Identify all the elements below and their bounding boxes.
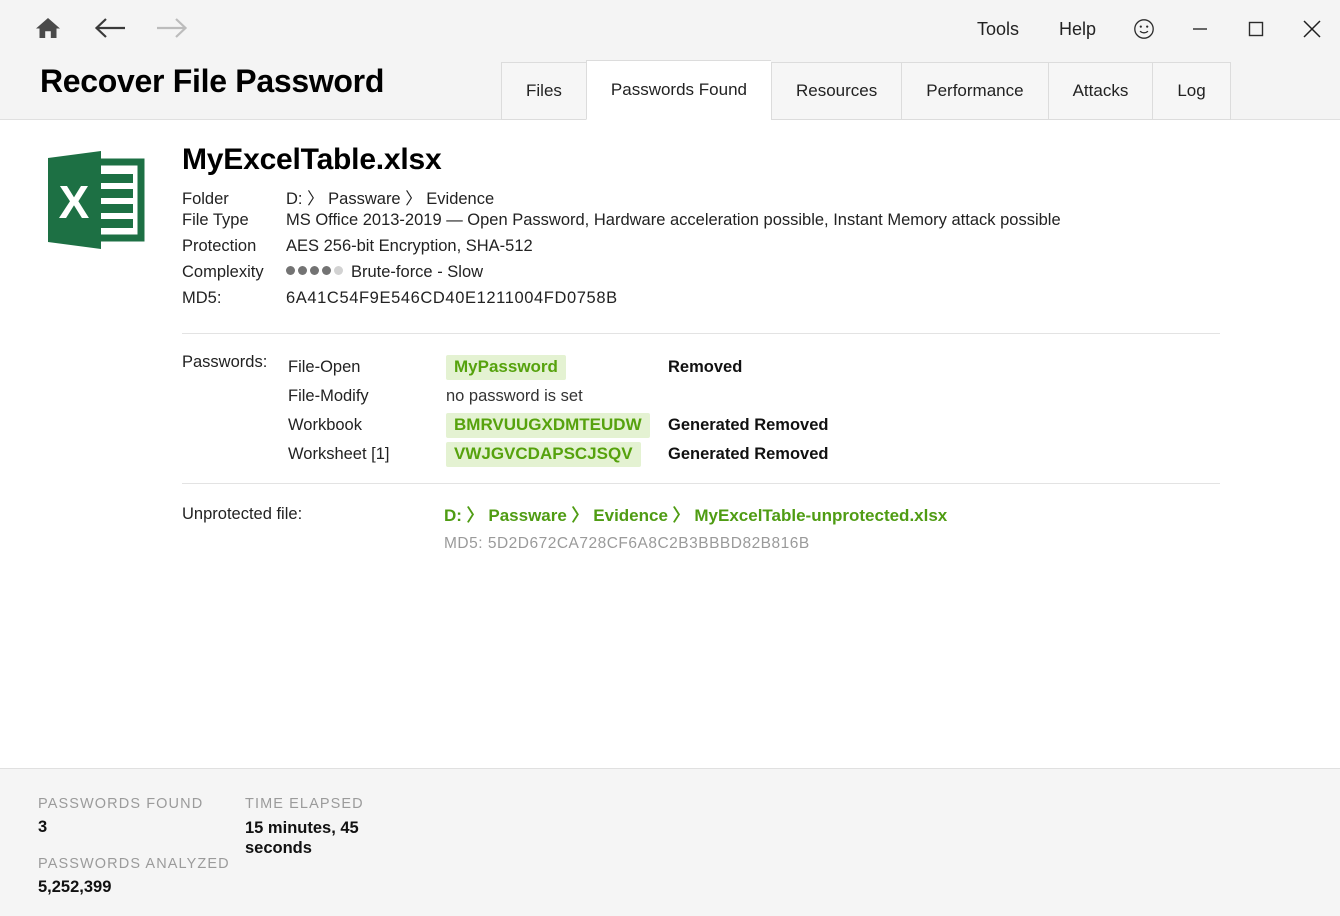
meta-row-protection: Protection AES 256-bit Encryption, SHA-5… xyxy=(182,237,1061,263)
password-value-cell: no password is set xyxy=(446,387,668,406)
passwords-heading: Passwords: xyxy=(182,353,267,372)
complexity-dot xyxy=(298,266,307,275)
password-value-none: no password is set xyxy=(446,387,583,406)
password-value-chip[interactable]: MyPassword xyxy=(446,355,566,380)
meta-value-protection: AES 256-bit Encryption, SHA-512 xyxy=(286,237,533,256)
excel-file-icon: X xyxy=(45,148,150,253)
unprotected-file-label: Unprotected file: xyxy=(182,505,302,524)
meta-label-folder: Folder xyxy=(182,190,286,209)
meta-label-md5: MD5: xyxy=(182,289,286,308)
password-value-chip[interactable]: BMRVUUGXDMTEUDW xyxy=(446,413,650,438)
window-menu: Tools Help xyxy=(957,0,1340,58)
page-title: Recover File Password xyxy=(40,63,384,100)
meta-label-complexity: Complexity xyxy=(182,263,286,282)
svg-text:X: X xyxy=(59,176,90,228)
menu-tools[interactable]: Tools xyxy=(957,0,1039,58)
menu-help[interactable]: Help xyxy=(1039,0,1116,58)
tab-files[interactable]: Files xyxy=(501,62,586,120)
content-area: X MyExcelTable.xlsx Folder D: 〉 Passware… xyxy=(0,121,1340,768)
forward-arrow-icon xyxy=(155,16,189,40)
feedback-button[interactable] xyxy=(1116,0,1172,58)
file-name: MyExcelTable.xlsx xyxy=(182,143,442,177)
password-row: File-Modify no password is set xyxy=(288,382,828,411)
stat-passwords-analyzed: PASSWORDS ANALYZED 5,252,399 xyxy=(38,856,230,897)
close-button[interactable] xyxy=(1284,0,1340,58)
navigation-controls xyxy=(30,10,190,46)
meta-value-folder: D: 〉 Passware 〉 Evidence xyxy=(286,185,494,209)
unprotected-file-link[interactable]: D: 〉 Passware 〉 Evidence 〉 MyExcelTable-… xyxy=(444,501,947,526)
meta-value-complexity: Brute-force - Slow xyxy=(286,263,483,282)
status-bar: PASSWORDS FOUND 3 PASSWORDS ANALYZED 5,2… xyxy=(0,768,1340,916)
stat-passwords-analyzed-value: 5,252,399 xyxy=(38,878,230,897)
meta-value-md5: 6A41C54F9E546CD40E1211004FD0758B xyxy=(286,289,618,308)
unprotected-file-details: D: 〉 Passware 〉 Evidence 〉 MyExcelTable-… xyxy=(444,501,947,553)
password-kind: Workbook xyxy=(288,416,446,435)
password-kind: File-Modify xyxy=(288,387,446,406)
tab-attacks[interactable]: Attacks xyxy=(1048,62,1153,120)
passwords-section: Passwords: File-Open MyPassword Removed … xyxy=(182,353,828,469)
maximize-button[interactable] xyxy=(1228,0,1284,58)
complexity-dot xyxy=(286,266,295,275)
stat-time-elapsed-label: TIME ELAPSED xyxy=(245,796,375,812)
divider-top xyxy=(182,333,1220,334)
tab-log[interactable]: Log xyxy=(1152,62,1230,120)
password-kind: Worksheet [1] xyxy=(288,445,446,464)
complexity-dot xyxy=(310,266,319,275)
minimize-icon xyxy=(1189,18,1211,40)
minimize-button[interactable] xyxy=(1172,0,1228,58)
password-value-chip[interactable]: VWJGVCDAPSCJSQV xyxy=(446,442,641,467)
meta-label-protection: Protection xyxy=(182,237,286,256)
password-kind: File-Open xyxy=(288,358,446,377)
stat-time-elapsed: TIME ELAPSED 15 minutes, 45 seconds xyxy=(245,796,375,858)
forward-button[interactable] xyxy=(154,10,190,46)
title-bar: Tools Help Recover Fi xyxy=(0,0,1340,120)
meta-row-complexity: Complexity Brute-force - Slow xyxy=(182,263,1061,289)
complexity-rating-dots xyxy=(286,266,343,275)
stat-time-elapsed-value: 15 minutes, 45 seconds xyxy=(245,818,375,858)
stat-passwords-found: PASSWORDS FOUND 3 xyxy=(38,796,203,837)
password-status: Removed xyxy=(668,358,742,377)
home-icon xyxy=(35,16,61,40)
stat-passwords-found-label: PASSWORDS FOUND xyxy=(38,796,203,812)
password-value-cell: MyPassword xyxy=(446,355,668,380)
meta-value-file-type: MS Office 2013-2019 — Open Password, Har… xyxy=(286,211,1061,230)
password-value-cell: BMRVUUGXDMTEUDW xyxy=(446,413,668,438)
stat-passwords-analyzed-label: PASSWORDS ANALYZED xyxy=(38,856,230,872)
meta-row-md5: MD5: 6A41C54F9E546CD40E1211004FD0758B xyxy=(182,289,1061,315)
unprotected-file-section: Unprotected file: D: 〉 Passware 〉 Eviden… xyxy=(182,501,947,553)
complexity-dot-empty xyxy=(334,266,343,275)
tab-bar: Files Passwords Found Resources Performa… xyxy=(501,61,1231,120)
meta-row-folder: Folder D: 〉 Passware 〉 Evidence xyxy=(182,185,1061,211)
password-row: Workbook BMRVUUGXDMTEUDW Generated Remov… xyxy=(288,411,828,440)
tab-performance[interactable]: Performance xyxy=(901,62,1047,120)
password-status: Generated Removed xyxy=(668,416,828,435)
passwords-list: File-Open MyPassword Removed File-Modify… xyxy=(288,353,828,469)
complexity-text: Brute-force - Slow xyxy=(351,263,483,281)
password-row: Worksheet [1] VWJGVCDAPSCJSQV Generated … xyxy=(288,440,828,469)
maximize-icon xyxy=(1245,18,1267,40)
back-button[interactable] xyxy=(92,10,128,46)
complexity-dot xyxy=(322,266,331,275)
file-metadata: Folder D: 〉 Passware 〉 Evidence File Typ… xyxy=(182,185,1061,315)
tab-passwords-found[interactable]: Passwords Found xyxy=(586,60,771,120)
feedback-smiley-icon xyxy=(1133,18,1155,40)
stat-passwords-found-value: 3 xyxy=(38,818,203,837)
home-button[interactable] xyxy=(30,10,66,46)
tab-resources[interactable]: Resources xyxy=(771,62,901,120)
password-status: Generated Removed xyxy=(668,445,828,464)
unprotected-file-md5: MD5: 5D2D672CA728CF6A8C2B3BBBD82B816B xyxy=(444,535,947,553)
meta-label-file-type: File Type xyxy=(182,211,286,230)
close-icon xyxy=(1300,17,1324,41)
password-value-cell: VWJGVCDAPSCJSQV xyxy=(446,442,668,467)
password-row: File-Open MyPassword Removed xyxy=(288,353,828,382)
back-arrow-icon xyxy=(93,16,127,40)
divider-bottom xyxy=(182,483,1220,484)
meta-row-file-type: File Type MS Office 2013-2019 — Open Pas… xyxy=(182,211,1061,237)
